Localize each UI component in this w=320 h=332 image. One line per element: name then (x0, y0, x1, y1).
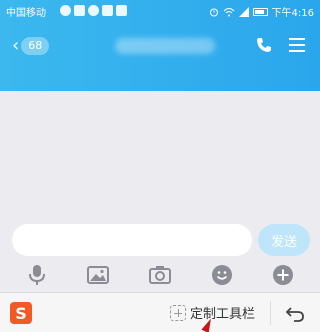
camera-icon[interactable] (148, 264, 171, 286)
notification-icon (116, 5, 127, 16)
back-button[interactable]: ‹ 68 (12, 35, 56, 57)
emoji-icon[interactable] (211, 264, 233, 286)
keyboard-toolbar: S 定制工具栏 (0, 292, 320, 332)
status-time: 下午4:16 (271, 8, 314, 19)
composer: 发送 (0, 216, 320, 256)
unread-count-badge: 68 (21, 37, 50, 55)
carrier-label: 中国移动 (6, 8, 46, 19)
microphone-icon[interactable] (26, 264, 48, 286)
chat-title-blurred (115, 38, 215, 54)
message-list[interactable] (0, 91, 320, 216)
plus-icon[interactable] (272, 264, 294, 286)
chat-header: 中国移动 下午4:16 ‹ 68 (0, 0, 320, 91)
custom-toolbar-label: 定制工具栏 (190, 307, 256, 322)
notification-icon (74, 5, 85, 16)
status-bar: 中国移动 下午4:16 (0, 0, 320, 22)
add-box-icon (170, 304, 186, 321)
input-toolbar (0, 258, 320, 292)
send-button[interactable]: 发送 (258, 224, 310, 256)
image-icon[interactable] (87, 264, 110, 286)
notification-icon (60, 5, 71, 16)
alarm-icon (209, 8, 218, 16)
title-bar: ‹ 68 (0, 28, 320, 64)
notification-icon (88, 5, 99, 16)
battery-icon (252, 7, 268, 16)
phone-icon[interactable] (255, 36, 273, 54)
signal-icon (238, 6, 249, 17)
notification-icons (60, 5, 127, 16)
menu-icon[interactable] (288, 37, 306, 53)
message-input[interactable] (12, 224, 252, 256)
chevron-left-icon: ‹ (12, 35, 20, 56)
sogou-logo-icon[interactable]: S (10, 302, 32, 324)
divider (270, 301, 271, 325)
undo-icon[interactable] (284, 302, 306, 324)
system-status: 下午4:16 (209, 4, 314, 19)
wifi-icon (223, 7, 234, 16)
notification-icon (102, 5, 113, 16)
